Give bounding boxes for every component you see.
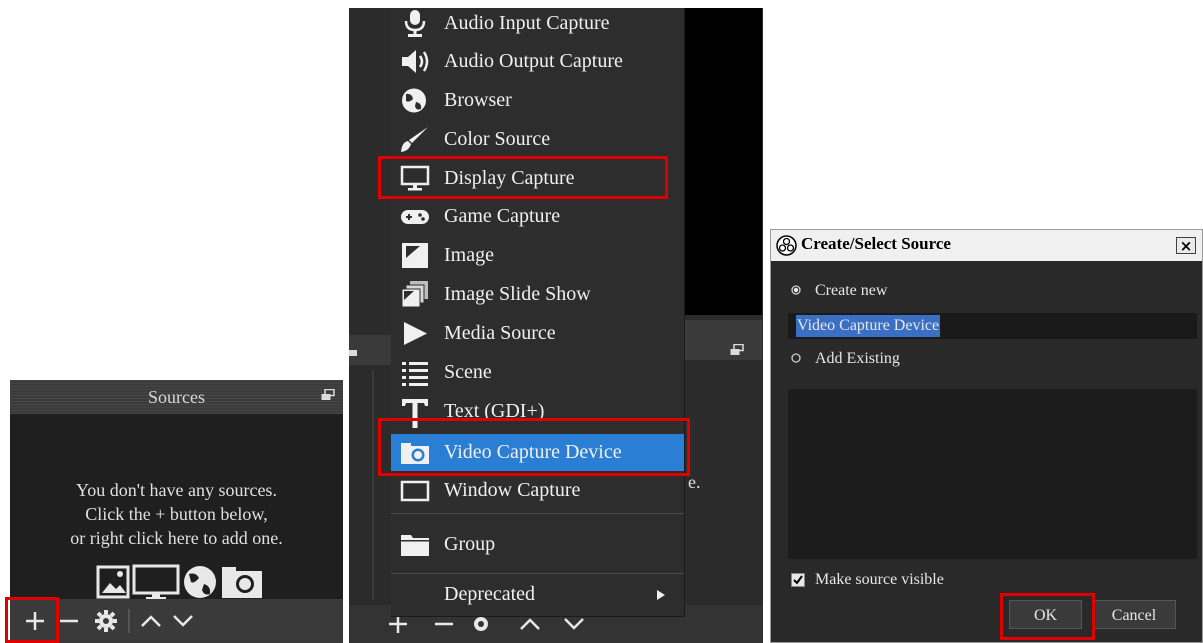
- empty-line-2: Click the + button below,: [85, 504, 268, 524]
- add-existing-label: Add Existing: [815, 350, 900, 367]
- slideshow-icon: [401, 281, 428, 308]
- create-select-source-dialog: Create/Select Source × Create new Video …: [770, 229, 1203, 643]
- chevron-up-icon[interactable]: [519, 615, 541, 633]
- dock-separator: [372, 370, 374, 600]
- create-new-label: Create new: [815, 282, 888, 299]
- window-icon: [400, 480, 430, 502]
- menu-separator: [391, 573, 684, 574]
- microphone-icon: [404, 10, 426, 37]
- close-button[interactable]: ×: [1176, 237, 1196, 254]
- minus-icon[interactable]: [58, 610, 80, 632]
- menu-item-label: Browser: [444, 89, 512, 111]
- display-capture-highlight: [378, 156, 668, 199]
- plus-button-highlight: [5, 597, 59, 643]
- globe-icon: [402, 88, 426, 113]
- menu-separator: [391, 513, 684, 514]
- video-capture-highlight: [378, 418, 690, 476]
- add-source-menu: Audio Input Capture Audio Output Capture…: [391, 8, 685, 617]
- source-type-icons: [96, 564, 262, 600]
- list-icon: [402, 362, 428, 386]
- obs-logo-icon: [776, 235, 797, 256]
- existing-sources-list[interactable]: [788, 389, 1197, 559]
- menu-item-label: Audio Input Capture: [444, 12, 610, 34]
- menu-item-browser[interactable]: Browser: [391, 82, 684, 119]
- menu-item-label: Media Source: [444, 322, 556, 344]
- menu-item-group[interactable]: Group: [391, 526, 684, 563]
- float-dock-icon: [349, 350, 357, 356]
- menu-item-label: Window Capture: [444, 479, 581, 501]
- cancel-button[interactable]: Cancel: [1092, 600, 1176, 629]
- empty-line-1: You don't have any sources.: [76, 480, 277, 500]
- menu-item-scene[interactable]: Scene: [391, 354, 684, 391]
- checkmark-icon: [793, 575, 803, 585]
- menu-item-media-source[interactable]: Media Source: [391, 315, 684, 352]
- make-visible-checkbox[interactable]: [791, 573, 805, 587]
- folder-icon: [401, 535, 429, 556]
- menu-item-label: Game Capture: [444, 205, 561, 227]
- chevron-down-icon[interactable]: [563, 615, 585, 633]
- background-dock-titlebar: [684, 320, 762, 360]
- menu-item-label: Audio Output Capture: [444, 50, 623, 72]
- image-icon: [402, 243, 428, 268]
- chevron-up-icon[interactable]: [140, 612, 162, 630]
- monitor-icon: [132, 564, 180, 600]
- float-dock-icon[interactable]: [730, 344, 744, 356]
- sources-title: Sources: [10, 380, 343, 414]
- menu-item-deprecated[interactable]: Deprecated: [391, 576, 684, 613]
- menu-item-label: Deprecated: [444, 583, 536, 605]
- menu-item-label: Color Source: [444, 128, 551, 150]
- globe-icon: [184, 566, 216, 598]
- menu-item-label: Scene: [444, 361, 492, 383]
- sources-list[interactable]: You don't have any sources. Click the + …: [10, 414, 343, 600]
- toolbar-divider: [128, 609, 130, 633]
- chevron-down-icon[interactable]: [172, 612, 194, 630]
- empty-line-3: or right click here to add one.: [70, 528, 283, 548]
- menu-item-label: Group: [444, 533, 496, 555]
- gear-icon[interactable]: [94, 609, 118, 633]
- submenu-arrow-icon: [657, 590, 665, 600]
- menu-item-image-slide-show[interactable]: Image Slide Show: [391, 276, 684, 313]
- float-dock-icon[interactable]: [321, 389, 335, 401]
- gamepad-icon: [401, 210, 429, 224]
- sources-dock: Sources You don't have any sources. Clic…: [10, 380, 343, 643]
- menu-item-label: Image Slide Show: [444, 283, 591, 305]
- speaker-icon: [402, 50, 429, 73]
- menu-item-color-source[interactable]: Color Source: [391, 121, 684, 158]
- menu-item-label: Image: [444, 244, 494, 266]
- preview-area: [684, 8, 762, 315]
- background-dock-titlebar-left: [349, 335, 391, 365]
- source-name-input[interactable]: Video Capture Device: [788, 313, 1197, 339]
- play-icon: [404, 322, 427, 345]
- camera-icon: [222, 567, 262, 598]
- brush-icon: [401, 127, 428, 152]
- image-icon: [96, 565, 130, 599]
- sources-toolbar: [10, 599, 343, 643]
- menu-item-audio-input-capture[interactable]: Audio Input Capture: [391, 5, 684, 42]
- menu-item-window-capture[interactable]: Window Capture: [391, 472, 684, 509]
- menu-item-audio-output-capture[interactable]: Audio Output Capture: [391, 43, 684, 80]
- ok-button-highlight: [1000, 593, 1095, 640]
- create-new-radio[interactable]: [791, 285, 801, 295]
- dialog-titlebar[interactable]: Create/Select Source ×: [771, 230, 1202, 261]
- menu-item-game-capture[interactable]: Game Capture: [391, 198, 684, 235]
- menu-item-image[interactable]: Image: [391, 237, 684, 274]
- add-existing-radio[interactable]: [791, 353, 801, 363]
- empty-sources-message: You don't have any sources. Click the + …: [10, 478, 343, 550]
- make-visible-label: Make source visible: [815, 571, 944, 588]
- dialog-title: Create/Select Source: [801, 234, 951, 253]
- source-name-value: Video Capture Device: [796, 315, 941, 337]
